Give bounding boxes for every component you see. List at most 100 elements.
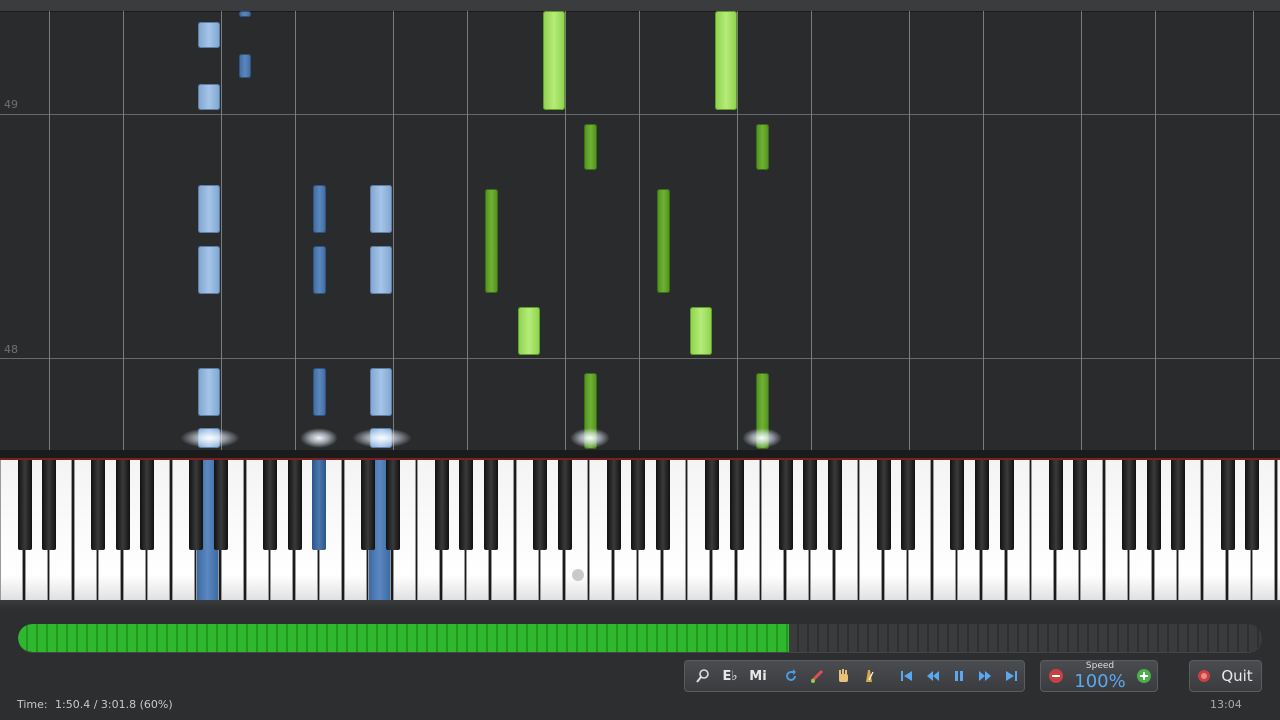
- note-left-hand: [198, 368, 220, 416]
- black-key[interactable]: [361, 460, 376, 550]
- black-key[interactable]: [631, 460, 646, 550]
- loop-icon[interactable]: [779, 661, 803, 691]
- black-key[interactable]: [213, 460, 228, 550]
- note-right-hand: [543, 11, 565, 110]
- octave-grid-line: [1155, 11, 1156, 450]
- note-left-hand: [370, 368, 392, 416]
- black-key[interactable]: [999, 460, 1014, 550]
- note-left-hand: [313, 185, 326, 233]
- time-value: 1:50.4 / 3:01.8 (60%): [55, 698, 173, 711]
- speed-increase-button[interactable]: [1131, 661, 1157, 691]
- speed-value: 100%: [1074, 671, 1126, 692]
- black-key[interactable]: [1171, 460, 1186, 550]
- key-press-spark: [570, 428, 610, 448]
- speed-decrease-button[interactable]: [1043, 661, 1069, 691]
- black-key[interactable]: [1146, 460, 1161, 550]
- magnifier-icon[interactable]: [689, 661, 717, 691]
- black-key[interactable]: [533, 460, 548, 550]
- hand-icon[interactable]: [831, 661, 855, 691]
- black-key[interactable]: [729, 460, 744, 550]
- octave-grid-line: [909, 11, 910, 450]
- black-key[interactable]: [140, 460, 155, 550]
- black-key[interactable]: [312, 460, 327, 550]
- octave-grid-line: [737, 11, 738, 450]
- skip-to-start-icon[interactable]: [895, 661, 919, 691]
- note-right-hand: [584, 124, 597, 170]
- note-left-hand: [370, 185, 392, 233]
- time-label: Time:: [17, 698, 48, 711]
- black-key[interactable]: [385, 460, 400, 550]
- black-key[interactable]: [189, 460, 204, 550]
- skip-to-end-icon[interactable]: [999, 661, 1023, 691]
- measure-number-49: 49: [4, 98, 18, 111]
- black-key[interactable]: [901, 460, 916, 550]
- pencil-icon[interactable]: [805, 661, 829, 691]
- black-key[interactable]: [1220, 460, 1235, 550]
- black-key[interactable]: [434, 460, 449, 550]
- octave-grid-line: [123, 11, 124, 450]
- black-key[interactable]: [876, 460, 891, 550]
- black-key[interactable]: [484, 460, 498, 550]
- black-key[interactable]: [459, 460, 474, 550]
- note-left-hand: [239, 54, 251, 78]
- note-left-hand: [313, 368, 326, 416]
- black-key[interactable]: [827, 460, 842, 550]
- progress-fill: [18, 624, 789, 652]
- black-key[interactable]: [803, 460, 818, 550]
- black-key[interactable]: [704, 460, 719, 550]
- measure-number-48: 48: [4, 343, 18, 356]
- piano-roll: 49 48: [0, 0, 1280, 450]
- white-key[interactable]: [1276, 460, 1280, 605]
- black-key[interactable]: [91, 460, 106, 550]
- black-key[interactable]: [42, 460, 57, 550]
- black-key[interactable]: [778, 460, 793, 550]
- metronome-icon[interactable]: [857, 661, 881, 691]
- piano-keyboard[interactable]: [0, 450, 1280, 610]
- black-key[interactable]: [557, 460, 572, 550]
- progress-remaining: [789, 624, 1262, 652]
- black-key[interactable]: [975, 460, 989, 550]
- octave-grid-line: [393, 11, 394, 450]
- measure-line-49: [0, 114, 1280, 115]
- black-key[interactable]: [1048, 460, 1063, 550]
- rewind-icon[interactable]: [921, 661, 945, 691]
- note-right-hand: [518, 307, 540, 355]
- black-key[interactable]: [1073, 460, 1088, 550]
- note-left-hand: [198, 84, 220, 110]
- key-press-spark: [180, 428, 240, 448]
- black-key[interactable]: [287, 460, 302, 550]
- black-key[interactable]: [1245, 460, 1260, 550]
- song-progress-bar[interactable]: [18, 624, 1262, 652]
- octave-grid-line: [565, 11, 566, 450]
- black-key[interactable]: [606, 460, 621, 550]
- fast-forward-icon[interactable]: [973, 661, 997, 691]
- black-key[interactable]: [655, 460, 670, 550]
- note-right-hand: [756, 124, 769, 170]
- black-key[interactable]: [17, 460, 32, 550]
- black-key[interactable]: [115, 460, 130, 550]
- octave-grid-line: [221, 11, 222, 450]
- octave-grid-line: [639, 11, 640, 450]
- note-left-hand: [313, 246, 326, 294]
- stop-icon: [1196, 661, 1212, 691]
- roll-top-bar: [0, 0, 1280, 12]
- note-right-hand: [715, 11, 737, 110]
- black-key[interactable]: [950, 460, 965, 550]
- note-left-hand: [198, 22, 220, 48]
- speed-label: Speed: [1085, 661, 1115, 671]
- note-right-hand: [657, 189, 670, 293]
- measure-line-48: [0, 358, 1280, 359]
- note-left-hand: [370, 246, 392, 294]
- key-press-spark: [300, 428, 338, 448]
- middle-c-marker: [572, 569, 584, 581]
- key-signature-button[interactable]: E♭: [717, 661, 743, 691]
- note-names-button[interactable]: Mi: [743, 661, 773, 691]
- note-left-hand: [198, 185, 220, 233]
- pause-icon[interactable]: [947, 661, 971, 691]
- quit-label: Quit: [1221, 667, 1253, 685]
- black-key[interactable]: [1122, 460, 1137, 550]
- quit-button[interactable]: Quit: [1189, 660, 1262, 692]
- black-key[interactable]: [263, 460, 278, 550]
- speed-control: Speed 100%: [1040, 660, 1158, 692]
- octave-grid-line: [1253, 11, 1254, 450]
